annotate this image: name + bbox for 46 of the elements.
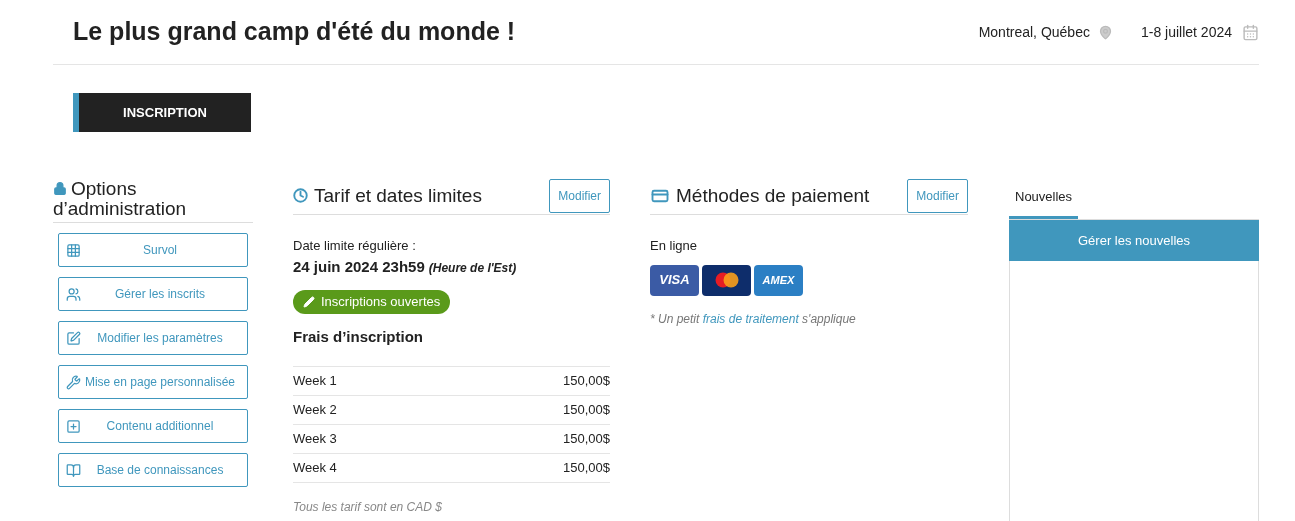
- fee-name: Week 3: [293, 429, 337, 448]
- calendar-icon: [1242, 23, 1259, 41]
- inscription-tab[interactable]: INSCRIPTION: [73, 93, 251, 132]
- admin-option-button[interactable]: Modifier les paramètres: [58, 321, 248, 355]
- admin-title: Options d’administration: [53, 179, 188, 219]
- deadline-date: 24 juin 2024 23h59: [293, 256, 425, 277]
- plus-icon: [66, 418, 81, 434]
- fee-price: 150,00$: [563, 371, 610, 390]
- edit-button[interactable]: Modifier: [907, 179, 968, 213]
- deadline-label: Date limite régulière :: [293, 237, 417, 255]
- edit-icon: [66, 330, 81, 346]
- fee-name: Week 4: [293, 458, 337, 477]
- users-icon: [66, 286, 81, 302]
- admin-option-button[interactable]: Survol: [58, 233, 248, 267]
- edit-button[interactable]: Modifier: [549, 179, 610, 213]
- admin-option-button[interactable]: Gérer les inscrits: [58, 277, 248, 311]
- online-label: En ligne: [650, 237, 698, 255]
- visa-card: VISA: [650, 264, 699, 296]
- mastercard-logo-icon: [713, 272, 740, 288]
- book-icon: [66, 462, 81, 478]
- fees-title: Frais d’inscription: [293, 327, 425, 347]
- fee-price: 150,00$: [563, 400, 610, 419]
- manage-news-button[interactable]: Gérer les nouvelles: [1009, 220, 1259, 261]
- clock-icon: [293, 188, 308, 204]
- date-text: 1-8 juillet 2024: [1140, 22, 1232, 42]
- wrench-icon: [66, 374, 81, 390]
- pricing-title: Tarif et dates limites: [314, 183, 482, 208]
- fee-price: 150,00$: [563, 458, 610, 477]
- lock-icon: [53, 181, 67, 196]
- admin-option-button[interactable]: Contenu additionnel: [58, 409, 248, 443]
- fee-name: Week 1: [293, 371, 337, 390]
- map-pin-icon: [1097, 23, 1113, 41]
- grid-icon: [66, 242, 81, 258]
- status-badge: Inscriptions ouvertes: [293, 290, 451, 314]
- admin-option-button[interactable]: Base de connaissances: [58, 453, 248, 487]
- location-text: Montreal, Québec: [978, 22, 1090, 42]
- page-title: Le plus grand camp d'été du monde !: [73, 16, 517, 48]
- fee-price: 150,00$: [563, 429, 610, 448]
- fee-note: * Un petit frais de traitement s'applique: [650, 310, 857, 328]
- fee-name: Week 2: [293, 400, 337, 419]
- timezone-text: (Heure de l'Est): [428, 259, 517, 277]
- admin-option-button[interactable]: Mise en page personnalisée: [58, 365, 248, 399]
- payment-title: Méthodes de paiement: [676, 183, 870, 208]
- amex-card: AMEX: [754, 264, 803, 296]
- processing-fee-link[interactable]: frais de traitement: [702, 311, 799, 326]
- currency-note: Tous les tarif sont en CAD $: [293, 498, 443, 516]
